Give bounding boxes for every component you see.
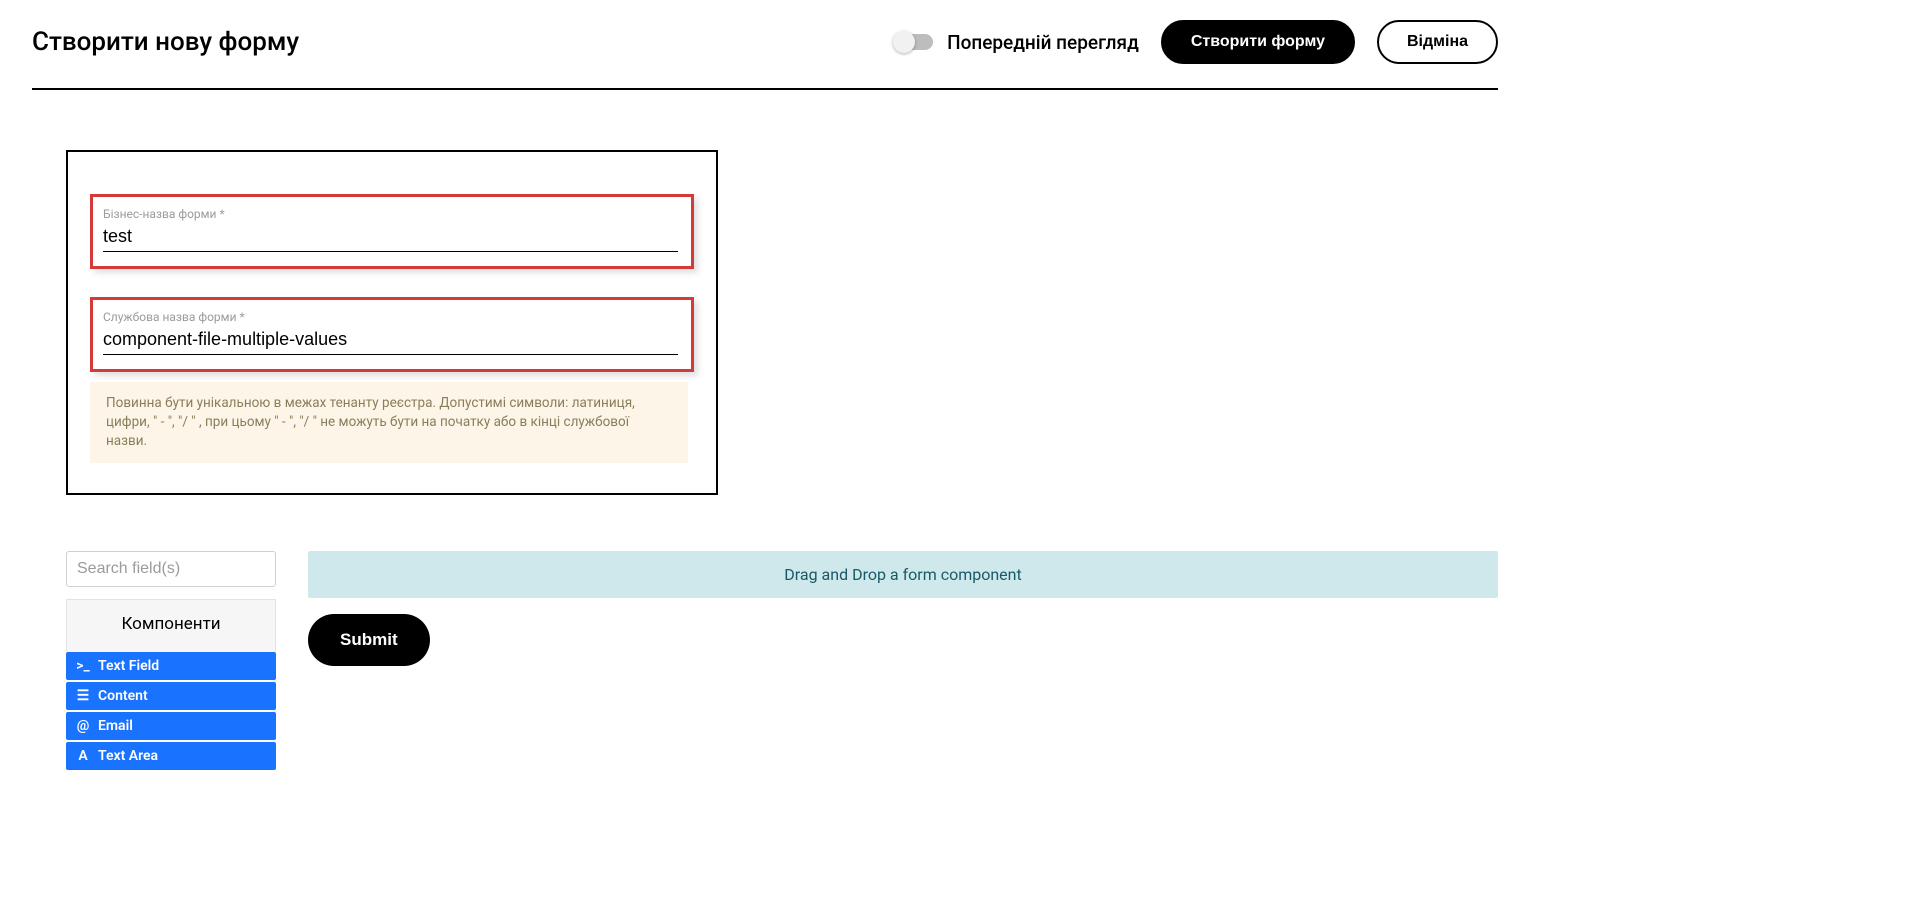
component-list: >_ Text Field ☰ Content @ Email A Text A…: [66, 652, 276, 770]
content-icon: ☰: [76, 688, 90, 704]
create-form-button[interactable]: Створити форму: [1161, 20, 1355, 64]
business-name-label: Бізнес-назва форми *: [103, 207, 681, 221]
form-config-card: Бізнес-назва форми * Службова назва форм…: [66, 150, 718, 495]
component-item-label: Text Field: [98, 658, 159, 674]
service-name-input[interactable]: [103, 326, 678, 355]
preview-toggle-group: Попередній перегляд: [895, 31, 1139, 54]
component-content[interactable]: ☰ Content: [66, 682, 276, 710]
component-item-label: Text Area: [98, 748, 158, 764]
header-actions: Попередній перегляд Створити форму Відмі…: [895, 20, 1498, 64]
submit-button[interactable]: Submit: [308, 614, 430, 666]
business-name-input[interactable]: [103, 223, 678, 252]
font-icon: A: [76, 748, 90, 764]
component-email[interactable]: @ Email: [66, 712, 276, 740]
page-header: Створити нову форму Попередній перегляд …: [32, 20, 1498, 90]
dropzone[interactable]: Drag and Drop a form component: [308, 551, 1498, 598]
component-item-label: Content: [98, 688, 148, 704]
search-input[interactable]: [66, 551, 276, 587]
page-title: Створити нову форму: [32, 27, 299, 57]
service-name-field-wrap: Службова назва форми *: [90, 297, 694, 372]
components-sidebar: Компоненти >_ Text Field ☰ Content @ Ema…: [66, 551, 276, 772]
form-canvas: Drag and Drop a form component Submit: [308, 551, 1498, 772]
components-header: Компоненти: [66, 599, 276, 652]
toggle-knob: [893, 31, 915, 53]
component-text-field[interactable]: >_ Text Field: [66, 652, 276, 680]
service-name-label: Службова назва форми *: [103, 310, 681, 324]
business-name-field-wrap: Бізнес-назва форми *: [90, 194, 694, 269]
preview-toggle[interactable]: [895, 34, 933, 50]
component-item-label: Email: [98, 718, 133, 734]
cancel-button[interactable]: Відміна: [1377, 20, 1498, 64]
component-text-area[interactable]: A Text Area: [66, 742, 276, 770]
service-name-hint: Повинна бути унікальною в межах тенанту …: [90, 382, 688, 463]
email-icon: @: [76, 718, 90, 734]
terminal-icon: >_: [76, 658, 90, 674]
builder-row: Компоненти >_ Text Field ☰ Content @ Ema…: [66, 551, 1498, 772]
preview-toggle-label: Попередній перегляд: [947, 31, 1139, 54]
